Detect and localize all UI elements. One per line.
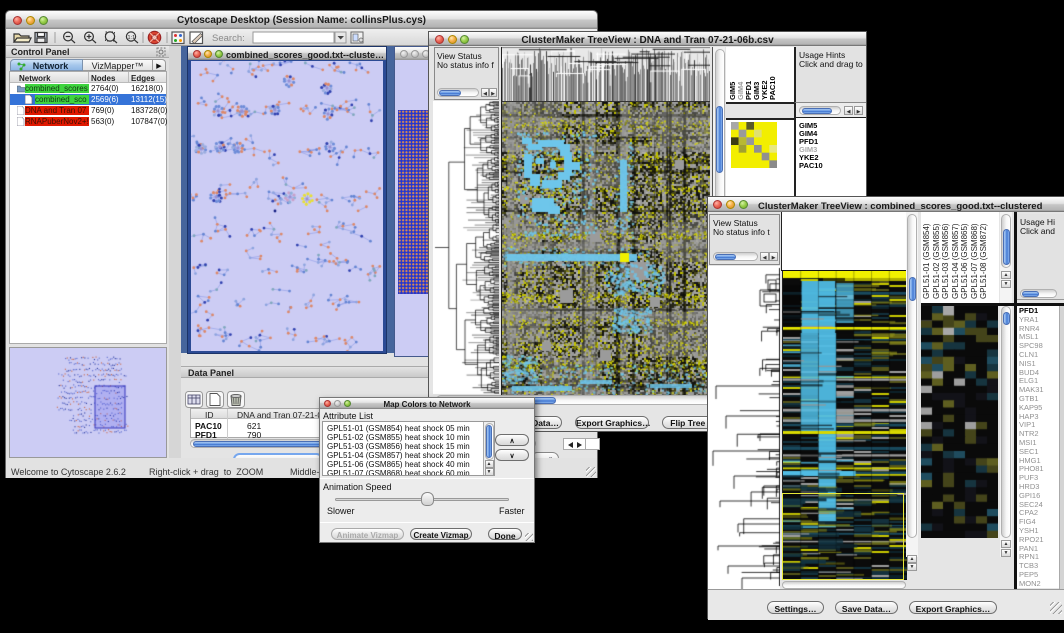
svg-text:1:1: 1:1 [128,35,136,41]
svg-text:Search:: Search: [212,33,245,44]
